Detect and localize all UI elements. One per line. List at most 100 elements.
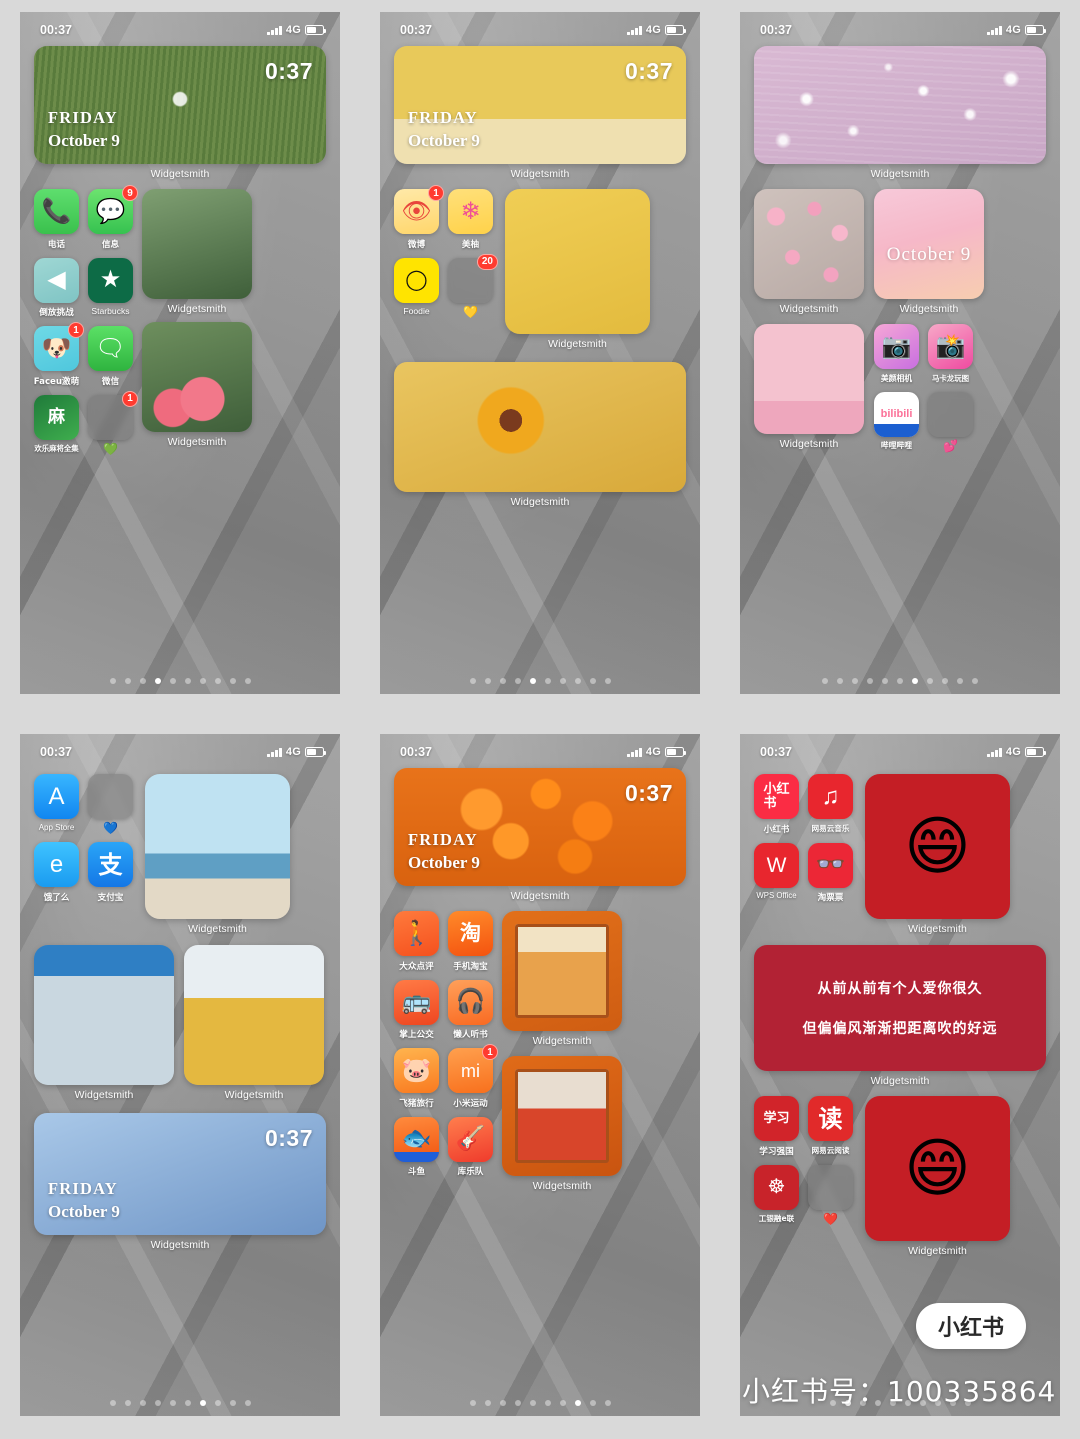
app-lanren[interactable]: 🎧 懒人听书: [448, 979, 493, 1040]
widget-photo-watermelon[interactable]: Widgetsmith: [142, 322, 252, 448]
folder-icon: [928, 391, 973, 437]
app-taobao[interactable]: 淘 手机淘宝: [448, 911, 493, 972]
app-xuexi[interactable]: 学习 学习强国: [754, 1096, 799, 1157]
widget-row: Widgetsmith Widgetsmith: [34, 945, 326, 1101]
app-mifit[interactable]: mi 1 小米运动: [448, 1044, 498, 1109]
app-row: A App Store 💙: [34, 774, 133, 834]
app-folder-red[interactable]: ❤️: [808, 1164, 853, 1225]
app-icbc[interactable]: ☸ 工银融e联: [754, 1164, 799, 1225]
app-xiaohongshu[interactable]: 小红书 小红书: [754, 774, 799, 835]
widget-label: Widgetsmith: [510, 496, 570, 508]
widget-label: Widgetsmith: [510, 168, 570, 180]
mahjong-icon: 麻: [34, 394, 79, 440]
app-folder-yellow[interactable]: 20 💛: [448, 253, 498, 318]
signal-icon: [987, 747, 1002, 757]
widget-photo-bottle[interactable]: Widgetsmith: [142, 189, 252, 315]
app-eleme[interactable]: e 饿了么: [34, 842, 79, 903]
app-beautycam[interactable]: 📷 美颜相机: [874, 324, 919, 384]
network-label: 4G: [1005, 746, 1021, 758]
widget-clock[interactable]: 0:37 FRIDAY October 9 Widgetsmith: [34, 1113, 326, 1251]
app-starbucks[interactable]: ★ Starbucks: [88, 257, 133, 319]
app-label: 💚: [103, 441, 118, 456]
widget-photo-pinkroom[interactable]: Widgetsmith: [754, 324, 864, 452]
page-dots[interactable]: [34, 1400, 326, 1416]
app-alipay[interactable]: 支 支付宝: [88, 842, 133, 903]
app-bus[interactable]: 🚌 掌上公交: [394, 979, 439, 1040]
status-time: 00:37: [400, 745, 432, 759]
app-wps[interactable]: W WPS Office: [754, 842, 799, 904]
badge: 1: [482, 1044, 498, 1060]
widget-clock-date: October 9: [408, 853, 480, 872]
page-dots[interactable]: [394, 678, 686, 694]
app-reverse-video[interactable]: ◀ 倒放挑战: [34, 257, 79, 318]
app-phone[interactable]: 📞 电话: [34, 189, 79, 250]
app-label: 网易云阅读: [811, 1145, 850, 1155]
widget-photo-yellowhouse[interactable]: Widgetsmith: [184, 945, 324, 1101]
widget-photo-rio[interactable]: Widgetsmith: [502, 1056, 622, 1192]
widget-art: [754, 324, 864, 434]
widget-quote[interactable]: 从前从前有个人爱你很久 但偏偏风渐渐把距离吹的好远 Widgetsmith: [754, 945, 1046, 1087]
widget-clock[interactable]: 0:37 FRIDAY October 9 Widgetsmith: [34, 46, 326, 180]
widget-photo-heart[interactable]: October 9 Widgetsmith: [874, 189, 984, 315]
widget-photo-sunflower[interactable]: Widgetsmith: [394, 362, 686, 508]
app-taopiaopiao[interactable]: 👓 淘票票: [808, 842, 853, 903]
app-douyu[interactable]: 🐟 斗鱼: [394, 1116, 439, 1177]
app-column: A App Store 💙 e 饿了么 支 支付宝: [34, 774, 133, 935]
status-bar: 00:37 4G: [740, 734, 1060, 764]
app-label: 小红书: [763, 824, 790, 835]
widget-photo-sea[interactable]: Widgetsmith: [145, 774, 290, 935]
app-messages[interactable]: 💬 9 信息: [88, 185, 138, 250]
widget-photo-sparkle[interactable]: Widgetsmith: [754, 46, 1046, 180]
widget-clock-day: FRIDAY: [48, 108, 118, 127]
widget-label: Widgetsmith: [532, 1180, 592, 1192]
alipay-icon: 支: [88, 842, 133, 887]
app-label: WPS Office: [756, 891, 797, 900]
app-netease-music[interactable]: ♫ 网易云音乐: [808, 774, 853, 835]
widget-photo-boy-top[interactable]: 😄 Widgetsmith: [865, 774, 1010, 935]
folder-icon: [808, 1164, 853, 1210]
app-meiyou[interactable]: ❄ 美柚: [448, 189, 493, 250]
widget-app-row: Widgetsmith 📷 美颜相机 📸 马卡龙玩图 bilibili 哔哩哔哩…: [754, 324, 1046, 452]
widget-photo-daisy[interactable]: Widgetsmith: [505, 189, 650, 350]
app-folder-green[interactable]: 1 💚: [88, 390, 138, 456]
app-appstore[interactable]: A App Store: [34, 774, 79, 834]
app-folder-blue[interactable]: 💙: [88, 774, 133, 834]
app-row: 🐷 飞猪旅行 mi 1 小米运动: [394, 1044, 498, 1109]
page-dots[interactable]: [394, 1400, 686, 1416]
app-column: 🚶 大众点评 淘 手机淘宝 🚌 掌上公交 🎧 懒人听书 🐷 飞猪旅行 mi 1 …: [394, 911, 498, 1192]
widget-clock-art: 0:37 FRIDAY October 9: [34, 46, 326, 164]
widget-clock[interactable]: 0:37 FRIDAY October 9 Widgetsmith: [394, 768, 686, 902]
app-faceu[interactable]: 🐶 1 Faceu激萌: [34, 322, 84, 387]
app-weibo[interactable]: 👁 1 微博: [394, 185, 444, 250]
battery-icon: [1025, 747, 1047, 757]
app-macaron[interactable]: 📸 马卡龙玩图: [928, 324, 973, 384]
quote-line-2: 但偏偏风渐渐把距离吹的好远: [802, 1021, 998, 1037]
app-foodie[interactable]: ◯ Foodie: [394, 257, 439, 318]
app-fliggy[interactable]: 🐷 飞猪旅行: [394, 1048, 439, 1109]
app-dianping[interactable]: 🚶 大众点评: [394, 911, 439, 972]
widget-clock[interactable]: 0:37 FRIDAY October 9 Widgetsmith: [394, 46, 686, 180]
appstore-icon: A: [34, 774, 79, 819]
xiaohongshu-icon: 小红书: [754, 774, 799, 819]
widget-art: [142, 189, 252, 299]
signal-icon: [267, 25, 282, 35]
app-label: 飞猪旅行: [399, 1098, 434, 1109]
status-time: 00:37: [400, 23, 432, 37]
app-mahjong[interactable]: 麻 欢乐麻将全集: [34, 394, 79, 455]
page-dots[interactable]: [754, 678, 1046, 694]
app-folder-pink[interactable]: 💕: [928, 391, 973, 452]
app-label: 库乐队: [457, 1167, 484, 1177]
app-garageband[interactable]: 🎸 库乐队: [448, 1116, 493, 1177]
app-bilibili[interactable]: bilibili 哔哩哔哩: [874, 391, 919, 452]
widget-photo-boy-bottom[interactable]: 😄 Widgetsmith: [865, 1096, 1010, 1257]
foodie-icon: ◯: [394, 257, 439, 303]
widget-photo-bottles[interactable]: Widgetsmith: [502, 911, 622, 1047]
app-row: 🐟 斗鱼 🎸 库乐队: [394, 1116, 493, 1177]
widget-label: Widgetsmith: [779, 303, 839, 315]
widget-photo-shop[interactable]: Widgetsmith: [34, 945, 174, 1101]
meiyou-icon: ❄: [448, 189, 493, 234]
widget-photo-roses[interactable]: Widgetsmith: [754, 189, 864, 315]
app-netease-read[interactable]: 读 网易云阅读: [808, 1096, 853, 1157]
app-wechat[interactable]: 🗨 微信: [88, 326, 133, 387]
page-dots[interactable]: [34, 678, 326, 694]
